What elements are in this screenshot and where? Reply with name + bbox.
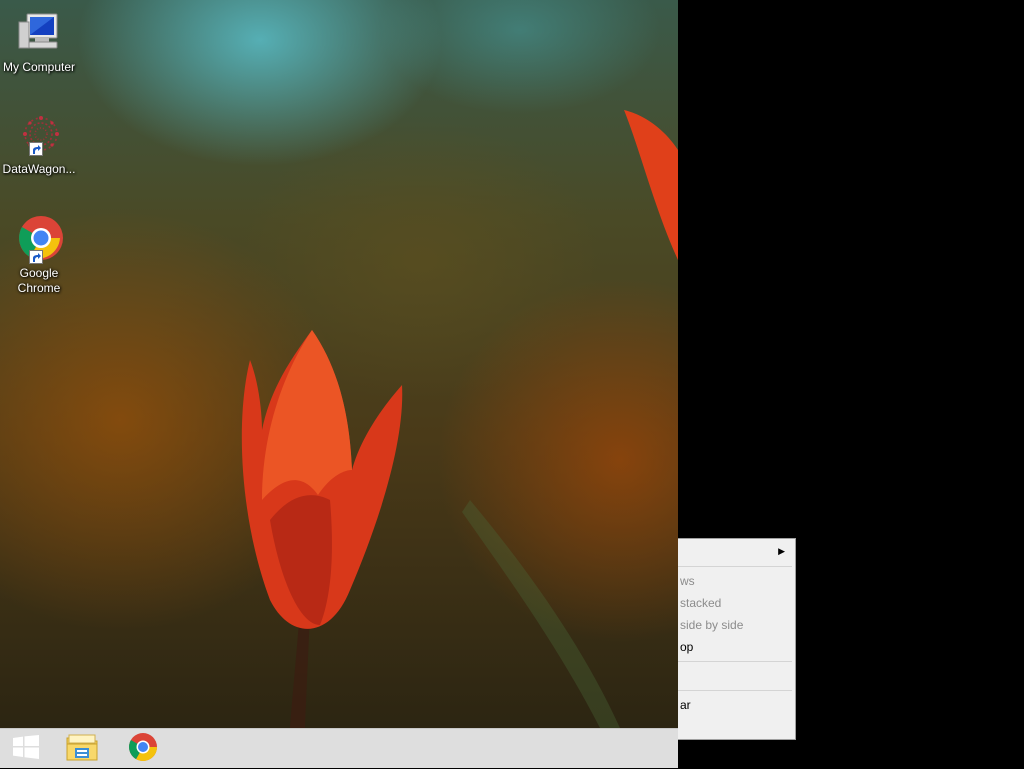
desktop-wallpaper [0, 0, 678, 728]
taskbar-file-explorer-button[interactable] [56, 729, 108, 769]
context-menu-item-task-manager[interactable] [678, 665, 795, 687]
context-menu-item-label: stacked [680, 596, 722, 610]
context-menu-item-label: op [680, 640, 694, 654]
context-menu-separator [678, 690, 792, 691]
computer-icon [15, 10, 63, 58]
taskbar [0, 728, 678, 768]
context-menu-item-label: side by side [680, 618, 744, 632]
context-menu-item-show-windows-side-by-side[interactable]: side by side [678, 614, 795, 636]
desktop-icon-label: DataWagon... [2, 162, 76, 176]
desktop-icon-datawagon[interactable]: DataWagon... [0, 112, 78, 177]
desktop-icon-google-chrome[interactable]: Google Chrome [0, 216, 78, 296]
context-menu-item-cascade-windows[interactable]: ws [678, 570, 795, 592]
context-menu-item-show-windows-stacked[interactable]: stacked [678, 592, 795, 614]
start-button[interactable] [0, 729, 52, 769]
context-menu-item-show-desktop[interactable]: op [678, 636, 795, 658]
context-menu-item-label: ar [680, 698, 691, 712]
windows-start-icon [12, 734, 40, 764]
taskbar-context-menu: ▶ ws stacked side by side op ar [678, 538, 796, 740]
desktop-icon-label: My Computer [2, 60, 76, 74]
shortcut-arrow-icon [29, 250, 43, 264]
context-menu-item-lock-taskbar[interactable]: ar [678, 694, 795, 716]
context-menu-separator [678, 661, 792, 662]
chrome-icon [15, 216, 63, 264]
tulip-wallpaper-art [241, 110, 678, 728]
desktop-icon-label: Google Chrome [17, 266, 61, 295]
chrome-icon [128, 732, 158, 767]
taskbar-chrome-button[interactable] [117, 729, 169, 769]
context-menu-item-toolbars[interactable]: ▶ [678, 540, 795, 562]
file-explorer-icon [65, 732, 99, 767]
context-menu-separator [678, 566, 792, 567]
desktop-icon-my-computer[interactable]: My Computer [0, 10, 78, 75]
shortcut-arrow-icon [29, 142, 43, 156]
context-menu-item-label: ws [680, 574, 695, 588]
datawagon-icon [15, 112, 63, 160]
submenu-arrow-icon: ▶ [778, 546, 785, 556]
